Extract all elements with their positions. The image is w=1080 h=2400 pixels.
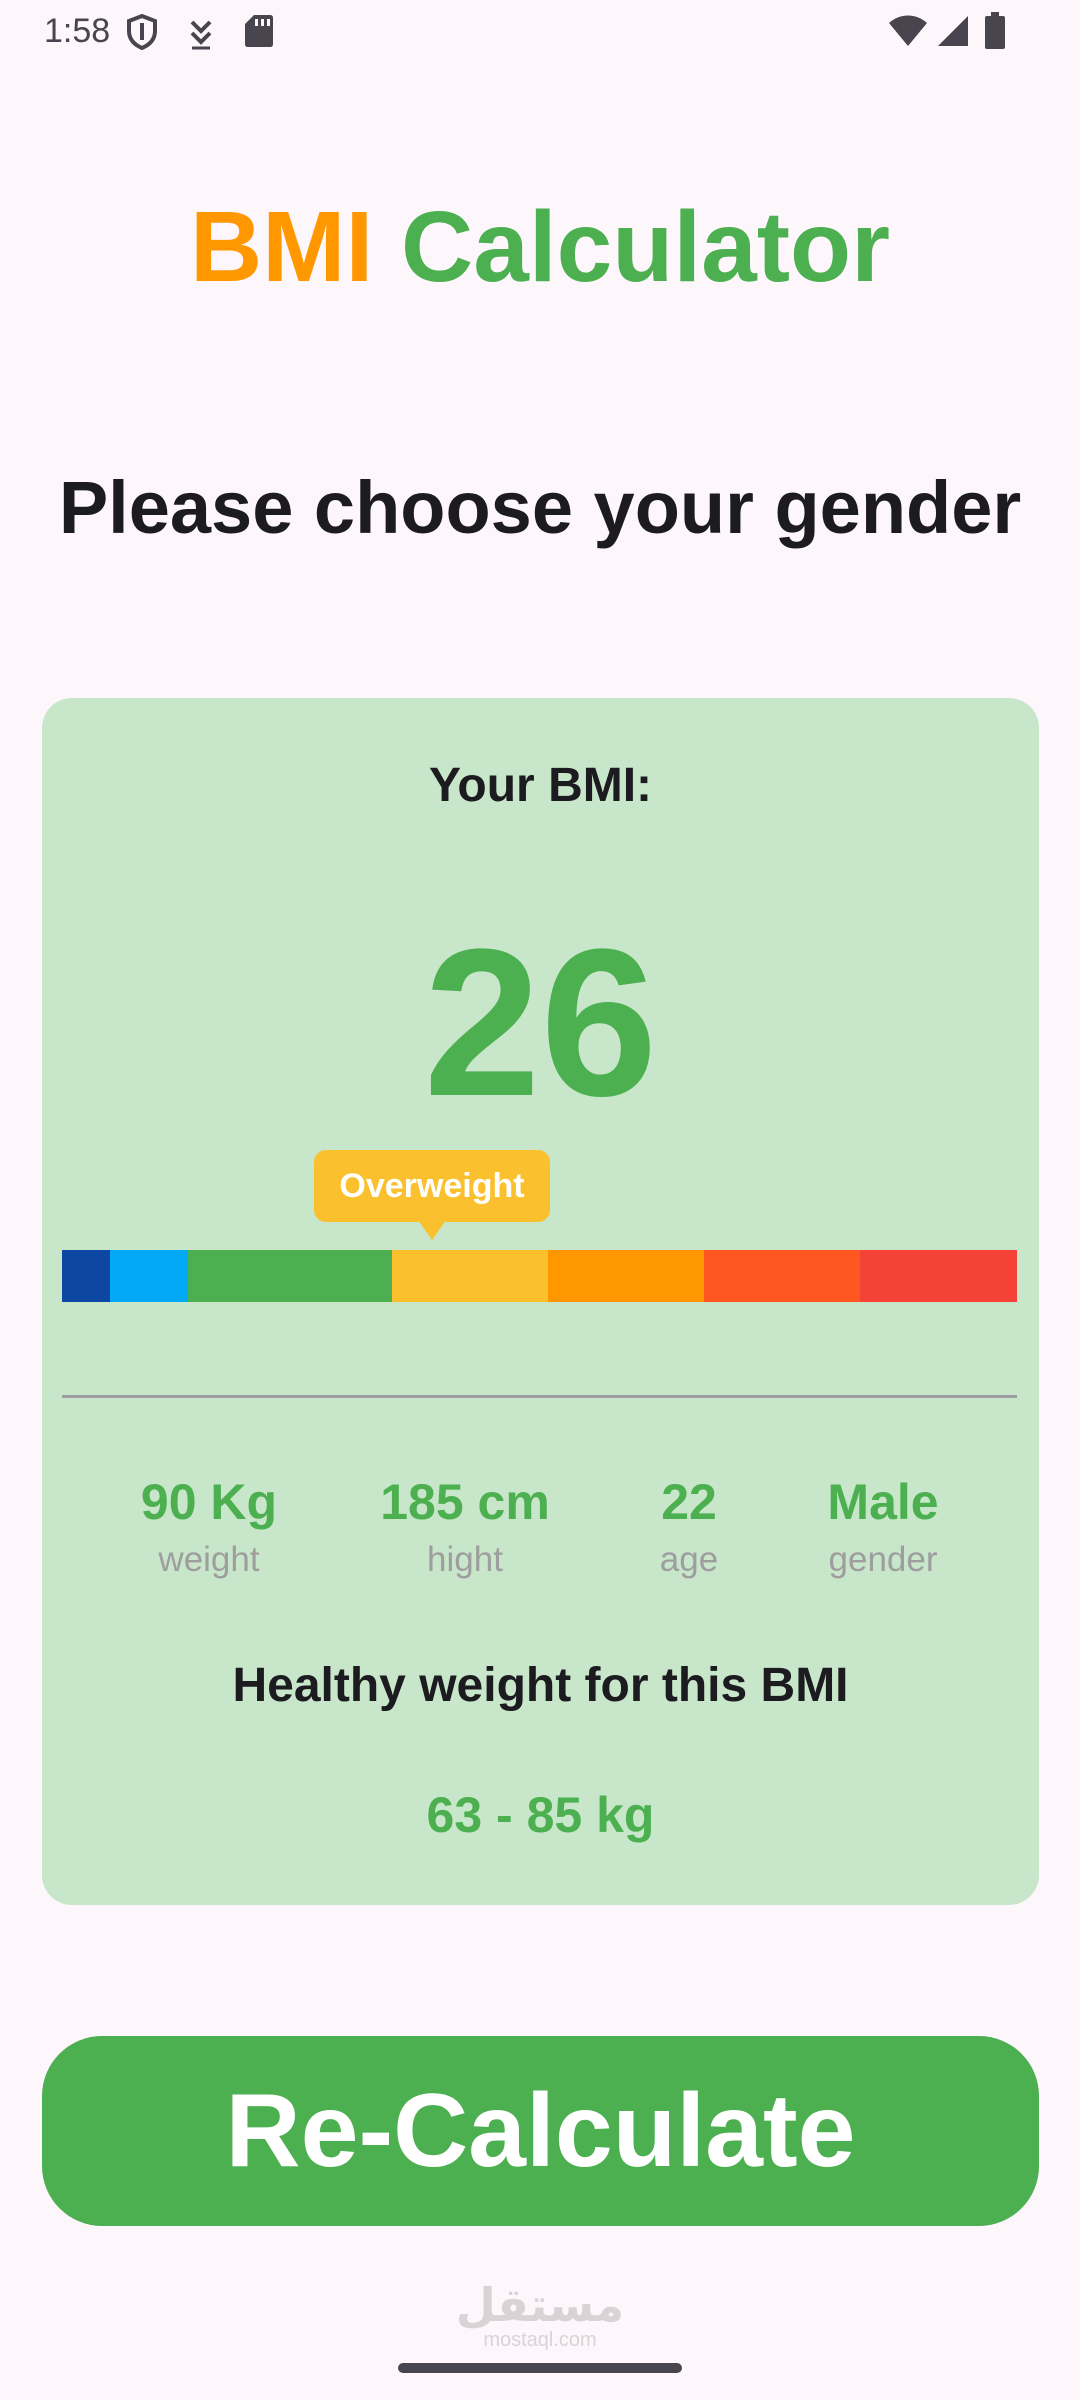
bmi-scale-bar: [62, 1250, 1017, 1302]
sd-card-icon: [244, 14, 274, 48]
stats-row: 90 Kg weight 185 cm hight 22 age Male ge…: [42, 1475, 1039, 1595]
bmi-scale-segment-2: [110, 1250, 188, 1302]
bmi-category-badge: Overweight: [314, 1150, 550, 1222]
battery-icon: [984, 12, 1006, 50]
bmi-category-pointer: [418, 1220, 446, 1240]
bmi-scale-segment-3: [188, 1250, 392, 1302]
stat-gender: Male gender: [827, 1475, 938, 1580]
stat-age-value: 22: [661, 1474, 717, 1530]
healthy-weight-label: Healthy weight for this BMI: [232, 1659, 849, 1712]
stat-height: 185 cm hight: [380, 1475, 550, 1580]
stat-age: 22 age: [660, 1475, 718, 1580]
bmi-label: Your BMI:: [428, 759, 653, 812]
stat-height-label: hight: [427, 1540, 503, 1579]
signal-icon: [936, 14, 970, 48]
gender-prompt: Please choose your gender: [58, 466, 1022, 549]
watermark-sub: mostaql.com: [483, 2329, 597, 2351]
screen: 1:58 BMI Calculator Please choose your g…: [0, 0, 1080, 2400]
bmi-scale-segment-6: [704, 1250, 860, 1302]
app-title: BMI Calculator: [0, 190, 1080, 305]
app-title-bmi: BMI: [189, 191, 374, 303]
card-divider: [62, 1395, 1017, 1398]
stat-age-label: age: [659, 1540, 719, 1579]
stat-weight-value: 90 Kg: [140, 1474, 278, 1530]
stat-gender-value: Male: [827, 1474, 939, 1530]
wifi-icon: [888, 14, 928, 48]
download-arrow-icon: [188, 18, 214, 50]
bmi-scale-segment-5: [548, 1250, 704, 1302]
status-bar: 1:58: [0, 0, 1080, 64]
home-indicator[interactable]: [398, 2363, 682, 2373]
stat-weight: 90 Kg weight: [141, 1475, 277, 1580]
bmi-value: 26: [423, 905, 658, 1140]
stat-height-value: 185 cm: [380, 1474, 550, 1530]
shield-icon: [126, 14, 158, 50]
app-title-calculator: Calculator: [401, 191, 891, 303]
bmi-scale-segment-1: [62, 1250, 110, 1302]
recalculate-button[interactable]: Re-Calculate: [42, 2036, 1039, 2226]
healthy-weight-range: 63 - 85 kg: [426, 1787, 655, 1843]
watermark-text: مستقل: [455, 2279, 625, 2331]
bmi-scale-segment-7: [860, 1250, 1017, 1302]
watermark: مستقل mostaql.com: [0, 2282, 1080, 2350]
status-time: 1:58: [44, 12, 111, 50]
stat-gender-label: gender: [828, 1540, 938, 1579]
bmi-scale-segment-4: [392, 1250, 548, 1302]
result-card: Your BMI: 26 Overweight 90 Kg weight 185…: [42, 698, 1039, 1905]
stat-weight-label: weight: [158, 1540, 260, 1579]
